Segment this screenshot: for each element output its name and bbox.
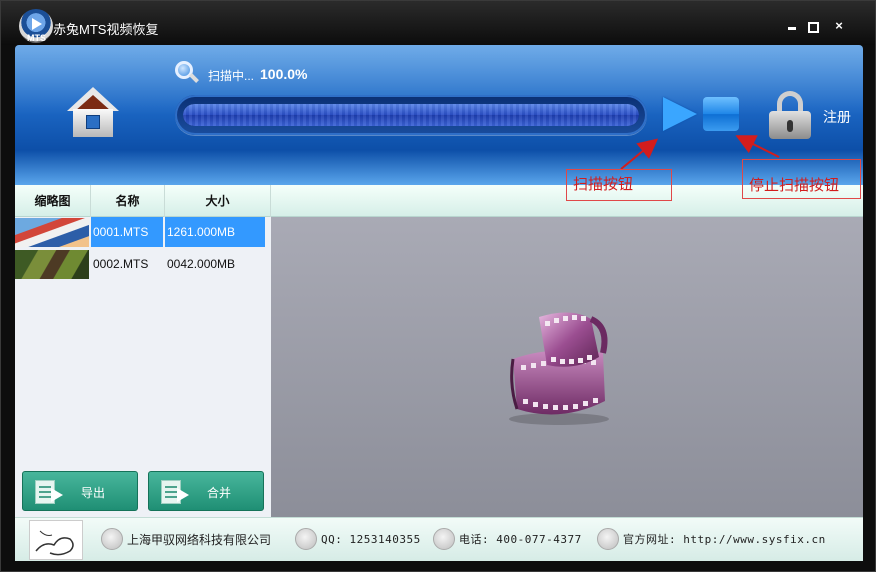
- file-size: 0042.000MB: [167, 257, 236, 271]
- export-label: 导出: [81, 486, 106, 500]
- lock-icon[interactable]: [769, 91, 811, 139]
- file-name: 0002.MTS: [93, 257, 149, 271]
- footer: 上海甲驭网络科技有限公司 QQ: 1253140355 电话: 400-077-…: [15, 517, 863, 561]
- company-logo: [29, 520, 83, 560]
- table-row[interactable]: 0002.MTS 0042.000MB: [15, 249, 271, 279]
- scan-progress-bar: [175, 95, 647, 135]
- film-reel-icon: [509, 312, 609, 425]
- scan-button[interactable]: [663, 97, 699, 131]
- qq-number: QQ: 1253140355: [321, 533, 421, 546]
- column-size: 大小: [165, 185, 271, 217]
- phone-number: 电话: 400-077-4377: [459, 533, 582, 546]
- stop-button[interactable]: [703, 97, 739, 131]
- maximize-button[interactable]: [803, 17, 821, 35]
- merge-icon: [161, 480, 191, 504]
- home-button[interactable]: [65, 87, 121, 143]
- export-button[interactable]: 导出: [22, 471, 138, 511]
- company-name: 上海甲驭网络科技有限公司: [127, 533, 272, 547]
- video-thumbnail: [15, 250, 89, 279]
- merge-label: 合并: [207, 486, 232, 500]
- annotation-stop-button: 停止扫描按钮: [742, 159, 861, 199]
- video-thumbnail: [15, 218, 89, 247]
- app-window: MTS 赤兔MTS视频恢复 × 扫描中... 100.0% 注册 缩略图 名称 …: [0, 0, 876, 572]
- globe-icon: [597, 528, 619, 550]
- app-logo-text: MTS: [27, 33, 46, 43]
- title-bar: MTS 赤兔MTS视频恢复 ×: [1, 1, 875, 45]
- scan-percent: 100.0%: [260, 66, 308, 82]
- video-preview-area: [271, 217, 863, 517]
- minimize-button[interactable]: [783, 17, 801, 35]
- company-icon: [101, 528, 123, 550]
- search-icon: [175, 61, 199, 85]
- column-name: 名称: [91, 185, 165, 217]
- scan-header: 扫描中... 100.0% 注册: [15, 45, 863, 185]
- export-icon: [35, 480, 65, 504]
- website-link[interactable]: 官方网址: http://www.sysfix.cn: [623, 530, 826, 550]
- qq-icon: [295, 528, 317, 550]
- file-name: 0001.MTS: [91, 217, 163, 247]
- close-button[interactable]: ×: [830, 17, 848, 35]
- file-table-header: 缩略图 名称 大小: [15, 185, 863, 217]
- file-size: 1261.000MB: [165, 217, 265, 247]
- phone-icon: [433, 528, 455, 550]
- annotation-scan-button: 扫描按钮: [566, 169, 672, 201]
- merge-button[interactable]: 合并: [148, 471, 264, 511]
- progress-fill: [183, 104, 639, 126]
- scan-status-text: 扫描中...: [208, 69, 255, 83]
- register-link[interactable]: 注册: [823, 107, 851, 127]
- column-thumbnail: 缩略图: [15, 185, 91, 217]
- app-title: 赤兔MTS视频恢复: [53, 22, 159, 37]
- play-icon: [663, 97, 697, 131]
- table-row[interactable]: 0001.MTS 1261.000MB: [15, 217, 271, 247]
